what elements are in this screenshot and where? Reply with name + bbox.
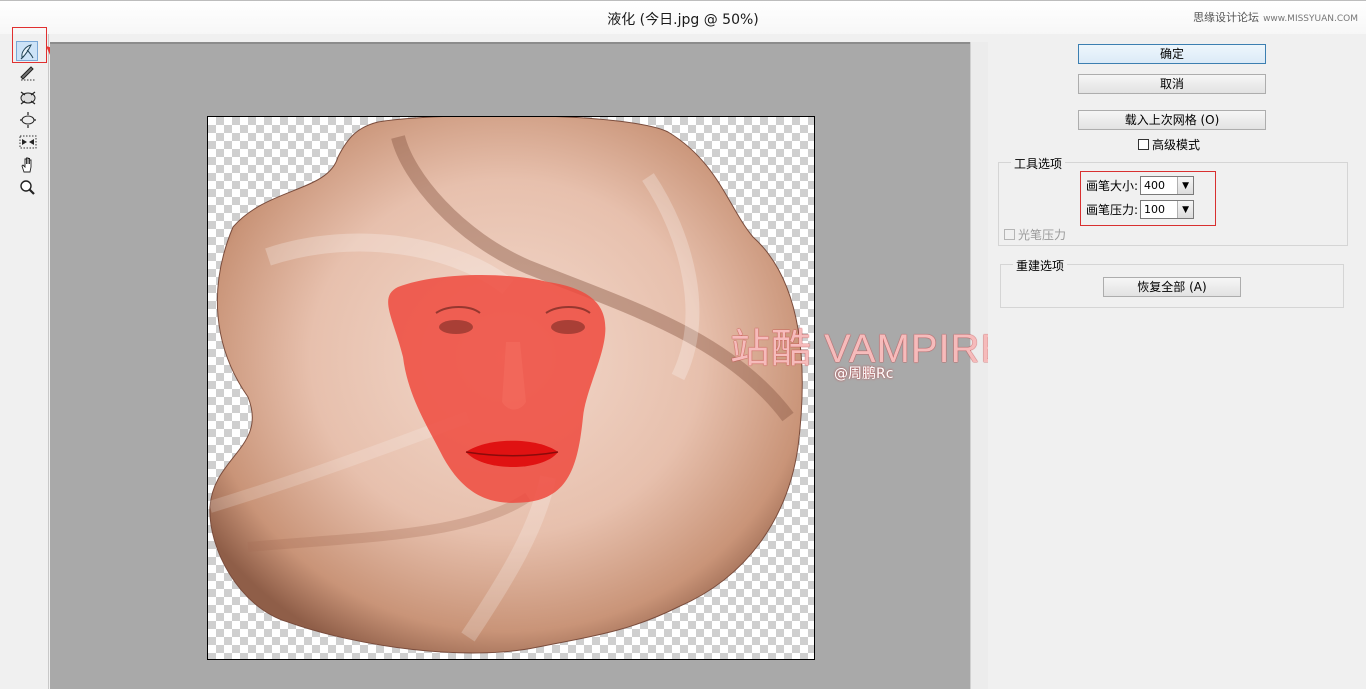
- stylus-pressure-option: 光笔压力: [1004, 226, 1066, 243]
- title-bar: 液化 (今日.jpg @ 50%) 思缘设计论坛 www.MISSYUAN.COM: [0, 0, 1366, 34]
- hand-tool[interactable]: [18, 155, 40, 175]
- cancel-button[interactable]: 取消: [1078, 74, 1266, 94]
- zoom-icon: [20, 180, 35, 195]
- site-watermark: 思缘设计论坛 www.MISSYUAN.COM: [1193, 9, 1358, 25]
- bloat-tool[interactable]: [18, 110, 40, 130]
- canvas-watermark-author: @周鹏Rc: [834, 366, 894, 382]
- restore-all-button[interactable]: 恢复全部 (A): [1103, 277, 1241, 297]
- hand-icon: [21, 157, 32, 173]
- load-last-mesh-button[interactable]: 载入上次网格 (O): [1078, 110, 1266, 130]
- site-watermark-url: www.MISSYUAN.COM: [1263, 14, 1358, 24]
- tool-options-title: 工具选项: [1011, 155, 1066, 172]
- push-left-tool[interactable]: [18, 132, 40, 152]
- reconstruct-options-title: 重建选项: [1013, 257, 1068, 274]
- stylus-pressure-label: 光笔压力: [1018, 228, 1067, 242]
- advanced-mode-option[interactable]: 高级模式: [1138, 136, 1200, 153]
- liquified-image: [208, 117, 803, 654]
- push-left-icon: [19, 135, 37, 149]
- brush-settings-highlight: [1080, 171, 1216, 226]
- image-preview[interactable]: [207, 116, 815, 660]
- reconstruct-tool[interactable]: [18, 63, 40, 83]
- ok-button[interactable]: 确定: [1078, 44, 1266, 64]
- advanced-mode-checkbox[interactable]: [1138, 139, 1149, 150]
- reconstruct-brush-icon: [20, 66, 35, 81]
- pucker-icon: [20, 91, 36, 105]
- window-title: 液化 (今日.jpg @ 50%): [607, 12, 759, 28]
- options-panel: 确定 取消 载入上次网格 (O) 高级模式 工具选项 画笔大小: 400 ▼ 画…: [988, 34, 1366, 689]
- pucker-tool[interactable]: [18, 88, 40, 108]
- bloat-icon: [20, 112, 36, 128]
- stylus-pressure-checkbox: [1004, 229, 1015, 240]
- zoom-tool[interactable]: [18, 178, 40, 198]
- advanced-mode-label: 高级模式: [1152, 138, 1201, 152]
- site-watermark-text: 思缘设计论坛: [1193, 11, 1260, 24]
